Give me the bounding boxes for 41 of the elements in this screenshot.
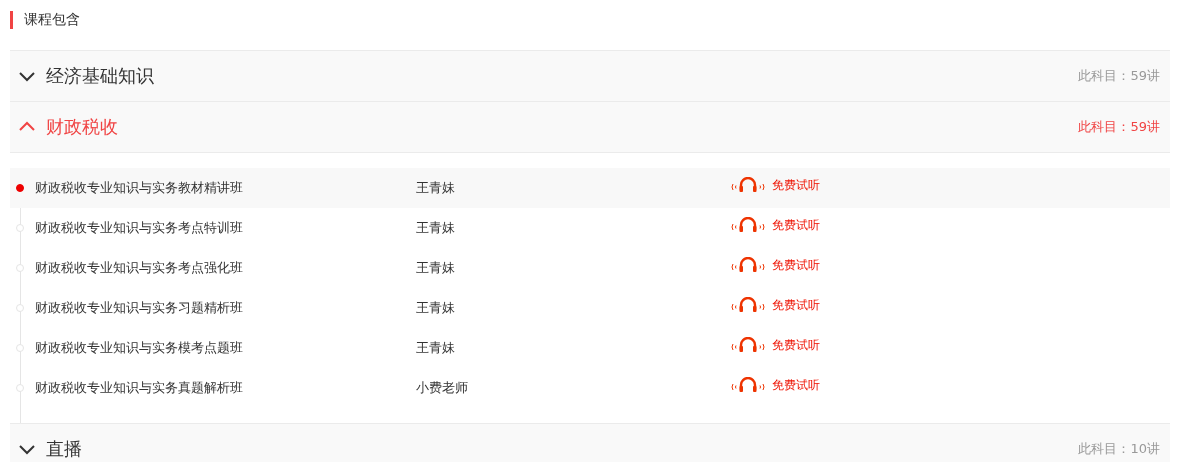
teacher-name: 王青妹	[416, 259, 456, 277]
lecture-count: 此科目：59讲	[1078, 67, 1160, 85]
lesson-title: 财政税收专业知识与实务真题解析班	[35, 379, 244, 397]
lesson-title: 财政税收专业知识与实务考点强化班	[35, 259, 244, 277]
lesson-row[interactable]: 财政税收专业知识与实务习题精析班 王青妹 免费试听	[10, 288, 1170, 328]
subject-title: 财政税收	[46, 115, 119, 139]
teacher-name: 王青妹	[416, 339, 456, 357]
headphones-icon	[730, 377, 766, 393]
headphones-icon	[730, 297, 766, 313]
section-heading: 课程包含	[10, 11, 1170, 29]
accordion-header[interactable]: 直播 此科目：10讲	[10, 423, 1170, 462]
free-trial-link[interactable]: 免费试听	[730, 336, 820, 354]
free-trial-link[interactable]: 免费试听	[730, 376, 820, 394]
lesson-row[interactable]: 财政税收专业知识与实务考点特训班 王青妹 免费试听	[10, 208, 1170, 248]
accordion-header[interactable]: 财政税收 此科目：59讲	[10, 101, 1170, 152]
lesson-title: 财政税收专业知识与实务模考点题班	[35, 339, 244, 357]
lesson-row[interactable]: 财政税收专业知识与实务考点强化班 王青妹 免费试听	[10, 248, 1170, 288]
headphones-icon	[730, 177, 766, 193]
timeline-dot	[16, 184, 24, 192]
teacher-name: 王青妹	[416, 179, 456, 197]
free-trial-link[interactable]: 免费试听	[730, 296, 820, 314]
lesson-row[interactable]: 财政税收专业知识与实务教材精讲班 王青妹 免费试听	[10, 168, 1170, 208]
lesson-title: 财政税收专业知识与实务教材精讲班	[35, 179, 244, 197]
lesson-row[interactable]: 财政税收专业知识与实务模考点题班 王青妹 免费试听	[10, 328, 1170, 368]
teacher-name: 王青妹	[416, 219, 456, 237]
teacher-name: 王青妹	[416, 299, 456, 317]
lesson-row[interactable]: 财政税收专业知识与实务真题解析班 小费老师 免费试听	[10, 368, 1170, 408]
free-trial-link[interactable]: 免费试听	[730, 216, 820, 234]
accordion-header[interactable]: 经济基础知识 此科目：59讲	[10, 50, 1170, 101]
lecture-count: 此科目：10讲	[1078, 440, 1160, 458]
lesson-title: 财政税收专业知识与实务考点特训班	[35, 219, 244, 237]
free-trial-link[interactable]: 免费试听	[730, 176, 820, 194]
lesson-title: 财政税收专业知识与实务习题精析班	[35, 299, 244, 317]
subject-title: 直播	[46, 437, 83, 461]
lecture-count: 此科目：59讲	[1078, 118, 1160, 136]
headphones-icon	[730, 217, 766, 233]
teacher-name: 小费老师	[416, 379, 469, 397]
headphones-icon	[730, 337, 766, 353]
subject-title: 经济基础知识	[46, 64, 155, 88]
free-trial-link[interactable]: 免费试听	[730, 256, 820, 274]
headphones-icon	[730, 257, 766, 273]
